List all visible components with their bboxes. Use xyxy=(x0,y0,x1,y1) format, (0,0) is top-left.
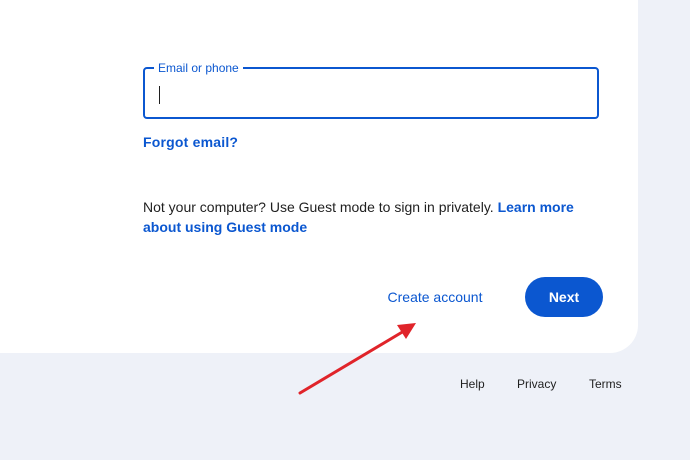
next-button[interactable]: Next xyxy=(525,277,603,317)
email-field[interactable]: Email or phone xyxy=(143,60,599,119)
guest-mode-text: Not your computer? Use Guest mode to sig… xyxy=(143,199,494,215)
email-field-label: Email or phone xyxy=(154,60,243,76)
forgot-email-link[interactable]: Forgot email? xyxy=(143,133,238,151)
create-account-button[interactable]: Create account xyxy=(368,277,502,317)
footer-terms-link[interactable]: Terms xyxy=(589,377,622,391)
text-caret xyxy=(159,86,160,104)
footer-help-link[interactable]: Help xyxy=(460,377,485,391)
footer-privacy-link[interactable]: Privacy xyxy=(517,377,556,391)
guest-mode-notice: Not your computer? Use Guest mode to sig… xyxy=(143,197,603,237)
